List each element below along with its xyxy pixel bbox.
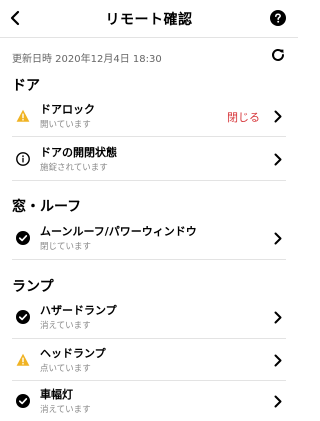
check-circle-icon [16, 231, 30, 245]
warning-icon [16, 353, 30, 366]
list-item-side-marker-lamp[interactable]: 車幅灯 消えています [12, 383, 286, 421]
warning-icon [16, 109, 30, 122]
help-icon[interactable] [270, 10, 286, 26]
list-item-headlamp[interactable]: ヘッドランプ 点いています [12, 342, 286, 380]
item-label: ハザードランプ [40, 304, 117, 317]
list-item-door-lock[interactable]: ドアロック 開いています 閉じる [12, 98, 286, 136]
page-title: リモート確認 [105, 12, 193, 28]
chevron-right-icon [274, 153, 282, 166]
chevron-right-icon [274, 110, 282, 123]
chevron-right-icon [274, 395, 282, 408]
chevron-right-icon [274, 354, 282, 367]
item-label: 車幅灯 [40, 388, 73, 401]
item-status: 消えています [40, 405, 91, 415]
chevron-right-icon [274, 232, 282, 245]
info-icon [16, 152, 30, 166]
list-item-hazard-lamp[interactable]: ハザードランプ 消えています [12, 299, 286, 337]
chevron-right-icon [274, 311, 282, 324]
row-divider [12, 338, 286, 339]
close-door-button[interactable]: 閉じる [227, 109, 260, 125]
row-divider [12, 180, 286, 181]
list-item-door-open-state[interactable]: ドアの開閉状態 施錠されています [12, 141, 286, 179]
item-label: ヘッドランプ [40, 347, 106, 360]
item-status: 開いています [40, 120, 91, 130]
section-title-door: ドア [12, 78, 40, 94]
item-label: ムーンルーフ/パワーウィンドウ [40, 225, 197, 238]
check-circle-icon [16, 394, 30, 408]
item-label: ドアの開閉状態 [40, 146, 117, 159]
updated-timestamp: 更新日時 2020年12月4日 18:30 [12, 54, 162, 65]
header-bar: リモート確認 [0, 0, 298, 37]
item-label: ドアロック [40, 103, 95, 116]
header-divider [0, 37, 298, 38]
row-divider [12, 380, 286, 381]
item-status: 消えています [40, 321, 91, 331]
section-title-window-roof: 窓・ルーフ [12, 199, 82, 215]
row-divider [12, 259, 286, 260]
item-status: 閉じています [40, 242, 92, 252]
item-status: 施錠されています [40, 163, 108, 173]
item-status: 点いています [40, 364, 91, 374]
check-circle-icon [16, 310, 30, 324]
section-title-lamp: ランプ [12, 279, 54, 295]
list-item-moonroof-window[interactable]: ムーンルーフ/パワーウィンドウ 閉じています [12, 220, 286, 258]
refresh-icon[interactable] [270, 47, 286, 63]
row-divider [12, 136, 286, 137]
